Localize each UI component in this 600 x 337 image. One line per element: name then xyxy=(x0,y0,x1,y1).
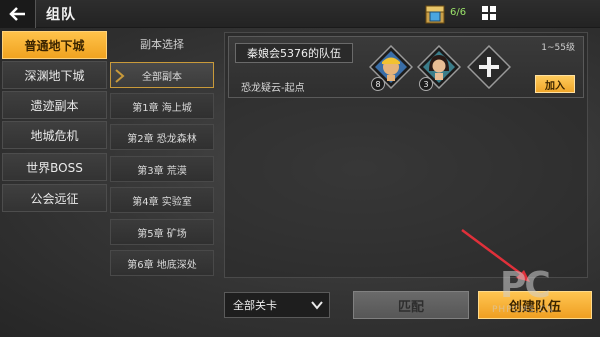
menu-item-guild-expedition[interactable]: 公会远征 xyxy=(2,184,107,212)
member-slot-2[interactable]: 3 xyxy=(416,44,462,91)
team-card[interactable]: 秦娘会5376的队伍 恐龙疑云-起点 1~55级 8 3 加入 xyxy=(228,36,584,98)
stage-filter-dropdown[interactable]: 全部关卡 xyxy=(224,292,330,318)
page-title: 组队 xyxy=(46,7,76,23)
grid-menu-icon[interactable] xyxy=(482,6,496,20)
back-arrow-icon xyxy=(8,7,25,21)
dungeon-item-all[interactable]: 全部副本 xyxy=(110,62,214,88)
menu-item-normal-dungeon[interactable]: 普通地下城 xyxy=(2,31,107,59)
dungeon-item-chapter-2[interactable]: 第2章 恐龙森林 xyxy=(110,124,214,150)
member-level-badge: 8 xyxy=(371,77,385,91)
plus-icon xyxy=(466,44,512,90)
counter-text: 6/6 xyxy=(450,7,467,18)
dungeon-item-chapter-6[interactable]: 第6章 地底深处 xyxy=(110,250,214,276)
dungeon-item-chapter-4[interactable]: 第4章 实验室 xyxy=(110,187,214,213)
back-button[interactable] xyxy=(0,0,36,28)
stage-filter-value: 全部关卡 xyxy=(233,299,277,312)
menu-item-dungeon-crisis[interactable]: 地城危机 xyxy=(2,121,107,149)
watermark-url: PHPCMS.CN xyxy=(492,305,555,315)
empty-member-slot[interactable] xyxy=(466,44,512,90)
team-name: 秦娘会5376的队伍 xyxy=(235,43,353,63)
chevron-right-icon xyxy=(115,69,125,83)
match-button[interactable]: 匹配 xyxy=(353,291,469,319)
member-level-badge: 3 xyxy=(419,77,433,91)
dungeon-item-chapter-3[interactable]: 第3章 荒漠 xyxy=(110,156,214,182)
watermark: PC PHPCMS.CN xyxy=(480,265,596,325)
menu-item-abyss-dungeon[interactable]: 深渊地下城 xyxy=(2,61,107,89)
join-button[interactable]: 加入 xyxy=(535,75,575,93)
dungeon-item-label: 全部副本 xyxy=(142,71,182,83)
member-slot-1[interactable]: 8 xyxy=(368,44,414,91)
watermark-logo: PC xyxy=(500,265,551,306)
menu-item-world-boss[interactable]: 世界BOSS xyxy=(2,153,107,181)
chevron-down-icon xyxy=(311,301,323,310)
level-range: 1~55级 xyxy=(541,43,575,53)
dungeon-item-chapter-5[interactable]: 第5章 矿场 xyxy=(110,219,214,245)
team-dungeon-name: 恐龙疑云-起点 xyxy=(241,83,305,94)
treasure-box-icon xyxy=(425,5,445,24)
dungeon-list-header: 副本选择 xyxy=(140,38,184,51)
menu-item-relic-dungeon[interactable]: 遗迹副本 xyxy=(2,91,107,119)
team-counter: 6/6 xyxy=(424,3,476,25)
top-bar: 组队 6/6 xyxy=(0,0,600,28)
dungeon-item-chapter-1[interactable]: 第1章 海上城 xyxy=(110,93,214,119)
